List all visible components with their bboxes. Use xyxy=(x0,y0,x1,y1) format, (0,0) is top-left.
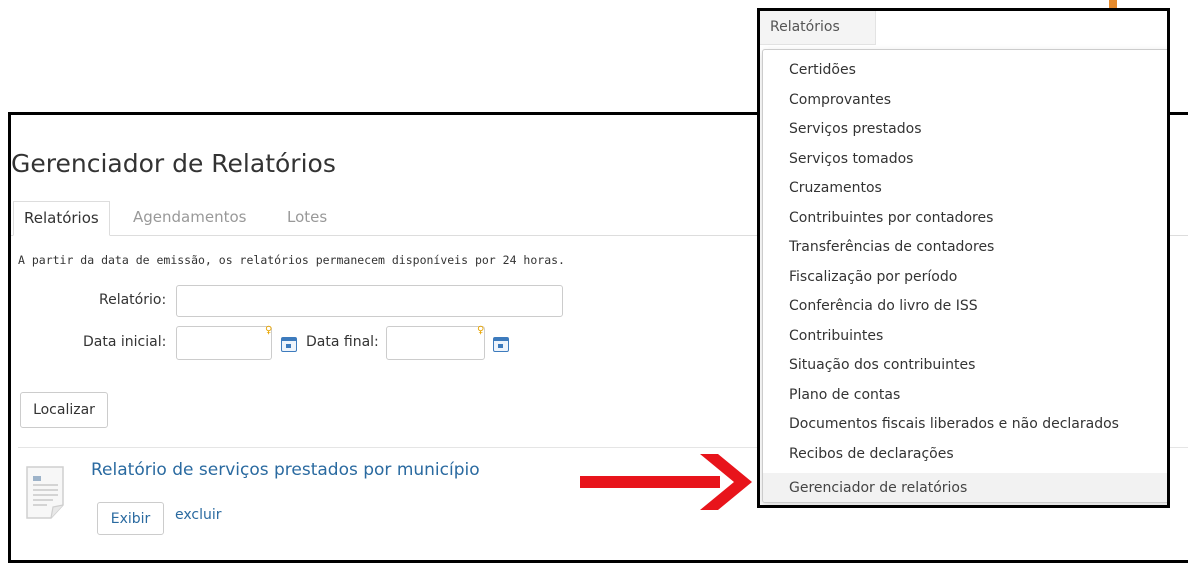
menu-item-servicos-tomados[interactable]: Serviços tomados xyxy=(763,145,1170,175)
caret-right-icon xyxy=(1168,185,1170,193)
caret-right-icon xyxy=(1168,97,1170,105)
menu-item-plano-de-contas[interactable]: Plano de contas xyxy=(763,381,1167,411)
tip-icon: ♀ xyxy=(477,325,485,336)
menu-dropdown-list: Certidões Comprovantes Serviços prestado… xyxy=(762,49,1170,503)
menu-item-contribuintes[interactable]: Contribuintes xyxy=(763,322,1167,352)
start-date-label: Data inicial: xyxy=(83,334,167,350)
caret-right-icon xyxy=(1168,67,1170,75)
red-arrow-icon xyxy=(580,454,752,510)
menu-item-cruzamentos[interactable]: Cruzamentos xyxy=(763,174,1170,204)
menu-item-label: Serviços tomados xyxy=(789,150,914,167)
menu-item-label: Contribuintes xyxy=(789,327,884,344)
menu-item-label: Cruzamentos xyxy=(789,180,882,196)
menu-item-transferencias-de-contadores[interactable]: Transferências de contadores xyxy=(763,233,1167,263)
tab-agendamentos[interactable]: Agendamentos xyxy=(123,201,256,235)
tab-relatorios[interactable]: Relatórios xyxy=(13,201,110,236)
calendar-icon[interactable] xyxy=(493,337,509,352)
menu-item-recibos-de-declaracoes[interactable]: Recibos de declarações xyxy=(763,440,1167,470)
menu-item-fiscalizacao-por-periodo[interactable]: Fiscalização por período xyxy=(763,263,1167,293)
menu-item-label: Recibos de declarações xyxy=(789,445,954,462)
end-date-input[interactable] xyxy=(386,326,485,360)
menu-header-relatorios[interactable]: Relatórios xyxy=(760,11,876,45)
tip-icon: ♀ xyxy=(265,325,273,336)
report-title-link[interactable]: Relatório de serviços prestados por muni… xyxy=(91,460,480,480)
menu-item-label: Situação dos contribuintes xyxy=(789,357,976,373)
menu-item-conferencia-livro-iss[interactable]: Conferência do livro de ISS xyxy=(763,292,1167,322)
menu-item-label: Plano de contas xyxy=(789,386,901,403)
retention-notice: A partir da data de emissão, os relatóri… xyxy=(18,253,565,267)
caret-right-icon xyxy=(1168,156,1170,164)
document-icon xyxy=(26,466,64,519)
search-button[interactable]: Localizar xyxy=(20,392,108,428)
menu-item-label: Comprovantes xyxy=(789,91,892,108)
reports-menu: Relatórios Certidões Comprovantes Serviç… xyxy=(757,8,1170,508)
start-date-input[interactable] xyxy=(176,326,272,360)
page-title: Gerenciador de Relatórios xyxy=(11,149,336,178)
report-input[interactable] xyxy=(176,285,563,317)
menu-item-comprovantes[interactable]: Comprovantes xyxy=(763,86,1170,116)
view-button[interactable]: Exibir xyxy=(97,502,164,535)
menu-item-servicos-prestados[interactable]: Serviços prestados xyxy=(763,115,1170,145)
menu-item-label: Serviços prestados xyxy=(789,121,922,137)
menu-item-label: Documentos fiscais liberados e não decla… xyxy=(789,416,1119,432)
calendar-icon[interactable] xyxy=(281,337,297,352)
menu-item-gerenciador-de-relatorios[interactable]: Gerenciador de relatórios xyxy=(763,473,1167,502)
menu-item-label: Conferência do livro de ISS xyxy=(789,298,978,314)
menu-item-label: Certidões xyxy=(789,62,856,78)
report-label: Relatório: xyxy=(99,292,167,308)
end-date-label: Data final: xyxy=(306,334,379,350)
menu-item-certidoes[interactable]: Certidões xyxy=(763,56,1170,86)
menu-item-label: Gerenciador de relatórios xyxy=(789,480,968,496)
menu-item-label: Contribuintes por contadores xyxy=(789,209,994,226)
caret-right-icon xyxy=(1168,126,1170,134)
delete-link[interactable]: excluir xyxy=(175,507,222,523)
menu-item-situacao-dos-contribuintes[interactable]: Situação dos contribuintes xyxy=(763,351,1167,381)
menu-item-label: Transferências de contadores xyxy=(789,239,995,255)
tab-lotes[interactable]: Lotes xyxy=(277,201,337,235)
menu-item-contribuintes-por-contadores[interactable]: Contribuintes por contadores xyxy=(763,204,1167,234)
menu-item-documentos-fiscais[interactable]: Documentos fiscais liberados e não decla… xyxy=(763,410,1167,440)
menu-item-label: Fiscalização por período xyxy=(789,268,958,285)
